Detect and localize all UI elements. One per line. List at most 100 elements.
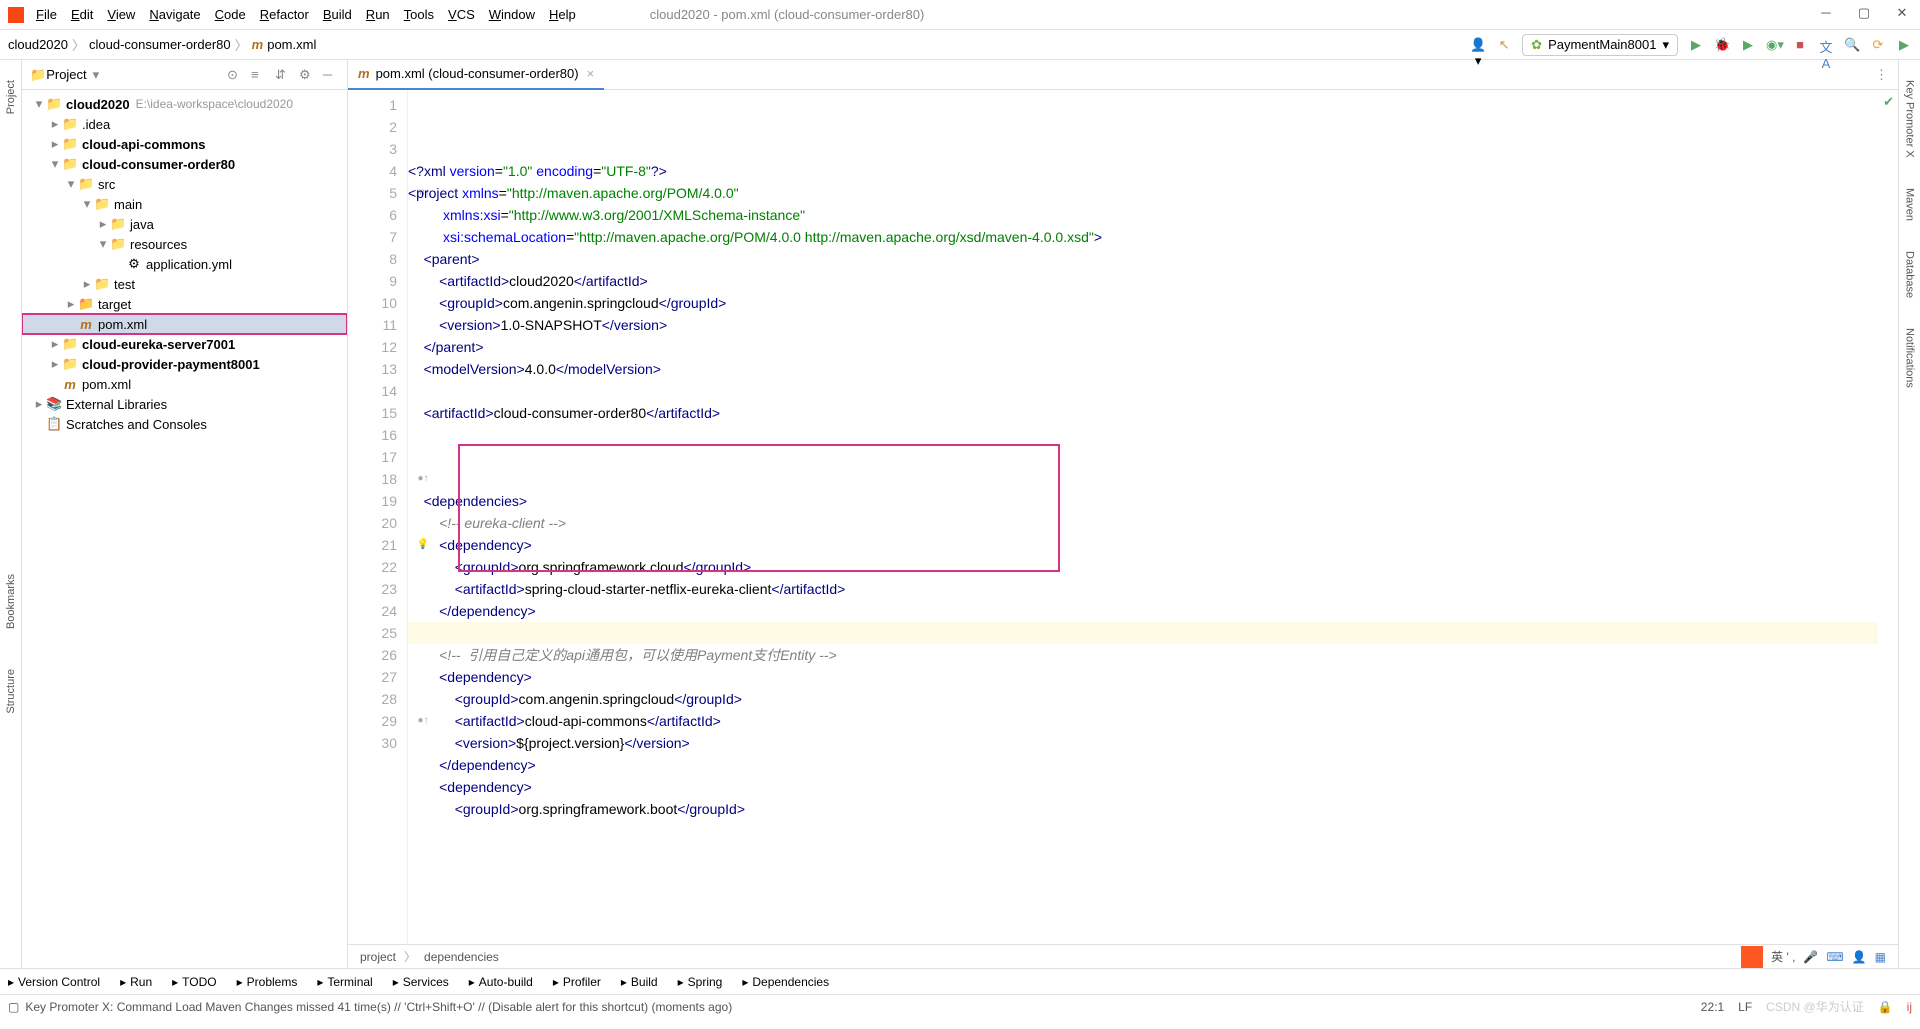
search-icon[interactable]: 🔍 [1844,37,1860,53]
status-icon[interactable]: ▢ [8,1000,19,1014]
hide-icon[interactable]: ─ [323,67,339,82]
tree-row[interactable]: ▸📚External Libraries [22,394,347,414]
line-gutter: m↑●↑💡●↑ 12345678910111213141516171819202… [348,90,408,944]
settings-icon[interactable]: ⚙ [299,67,315,83]
breadcrumb-item[interactable]: pom.xml [267,37,316,52]
toolwindow-spring[interactable]: ▸Spring [678,975,723,989]
database-toolwindow-button[interactable]: Database [1904,251,1916,298]
toolwindow-problems[interactable]: ▸Problems [237,975,298,989]
tab-more-icon[interactable]: ⋮ [1865,67,1898,83]
menu-window[interactable]: Window [489,7,535,22]
tree-row[interactable]: ▸📁cloud-provider-payment8001 [22,354,347,374]
back-icon[interactable]: ↖ [1496,37,1512,53]
add-config-icon[interactable]: 👤▾ [1470,37,1486,53]
structure-toolwindow-button[interactable]: Structure [5,669,17,714]
breadcrumb-item[interactable]: dependencies [424,950,499,964]
breadcrumb-item[interactable]: project [360,950,396,964]
tree-row[interactable]: ▾📁main [22,194,347,214]
grid-icon[interactable]: ▦ [1875,950,1886,964]
bookmarks-toolwindow-button[interactable]: Bookmarks [5,574,17,629]
minimize-button[interactable]: ─ [1816,5,1836,25]
toolwindow-build[interactable]: ▸Build [621,975,658,989]
menu-vcs[interactable]: VCS [448,7,475,22]
update-icon[interactable]: ⟳ [1870,37,1886,53]
breadcrumb-item[interactable]: cloud-consumer-order80 [89,37,231,52]
toolwindow-terminal[interactable]: ▸Terminal [317,975,372,989]
project-tree[interactable]: ▾📁cloud2020E:\idea-workspace\cloud2020▸📁… [22,90,347,968]
tree-row[interactable]: ▸📁test [22,274,347,294]
line-separator[interactable]: LF [1738,1000,1752,1014]
maximize-button[interactable]: ▢ [1854,5,1874,25]
tab-label: pom.xml (cloud-consumer-order80) [376,66,579,81]
editor-body[interactable]: m↑●↑💡●↑ 12345678910111213141516171819202… [348,90,1898,944]
ide-status-icon[interactable]: ij [1907,1000,1912,1014]
run-icon[interactable]: ▶ [1688,37,1704,53]
translate-icon[interactable]: 文A [1818,37,1834,53]
coverage-icon[interactable]: ▶ [1740,37,1756,53]
notifications-toolwindow-button[interactable]: Notifications [1904,328,1916,388]
dropdown-icon[interactable]: ▾ [93,67,100,83]
spring-icon: ✿ [1531,37,1542,53]
tree-row[interactable]: ▾📁cloud2020E:\idea-workspace\cloud2020 [22,94,347,114]
caret-position[interactable]: 22:1 [1701,1000,1724,1014]
maven-toolwindow-button[interactable]: Maven [1904,188,1916,221]
tree-row[interactable]: 📋Scratches and Consoles [22,414,347,434]
maven-icon: m [252,37,264,52]
close-button[interactable]: ✕ [1892,5,1912,25]
toolwindow-auto-build[interactable]: ▸Auto-build [469,975,533,989]
tree-row[interactable]: ▸📁cloud-api-commons [22,134,347,154]
menu-refactor[interactable]: Refactor [260,7,309,22]
toolwindow-profiler[interactable]: ▸Profiler [553,975,601,989]
menu-file[interactable]: File [36,7,57,22]
toolwindow-services[interactable]: ▸Services [393,975,449,989]
menu-build[interactable]: Build [323,7,352,22]
tree-row[interactable]: ▸📁.idea [22,114,347,134]
mic-icon[interactable]: 🎤 [1803,950,1818,964]
lock-icon[interactable]: 🔒 [1878,1000,1893,1014]
left-toolstrip: Project Bookmarks Structure [0,60,22,968]
menu-code[interactable]: Code [215,7,246,22]
code-content[interactable]: <?xml version="1.0" encoding="UTF-8"?><p… [408,90,1878,944]
sogou-ime-icon[interactable] [1741,946,1763,968]
menu-navigate[interactable]: Navigate [149,7,200,22]
tree-row[interactable]: mpom.xml [22,374,347,394]
expand-all-icon[interactable]: ≡ [251,67,267,82]
project-panel-title[interactable]: Project [46,67,86,82]
tree-row[interactable]: ⚙application.yml [22,254,347,274]
tree-row[interactable]: ▸📁target [22,294,347,314]
right-toolstrip: Key Promoter X Maven Database Notificati… [1898,60,1920,968]
toolwindow-todo[interactable]: ▸TODO [172,975,216,989]
editor-breadcrumb: project 〉 dependencies 英 ' , 🎤 ⌨ 👤 ▦ [348,944,1898,968]
breadcrumb-item[interactable]: cloud2020 [8,37,68,52]
profile-icon[interactable]: ◉▾ [1766,37,1782,53]
toolwindow-run[interactable]: ▸Run [120,975,152,989]
run-config-selector[interactable]: ✿ PaymentMain8001 ▾ [1522,34,1678,56]
stop-icon[interactable]: ■ [1792,37,1808,53]
tree-row[interactable]: ▸📁cloud-eureka-server7001 [22,334,347,354]
tree-row[interactable]: ▸📁java [22,214,347,234]
menu-tools[interactable]: Tools [404,7,434,22]
keypromoter-toolwindow-button[interactable]: Key Promoter X [1904,80,1916,158]
toolwindow-version-control[interactable]: ▸Version Control [8,975,100,989]
select-opened-icon[interactable]: ⊙ [227,67,243,83]
close-tab-icon[interactable]: × [587,66,595,81]
menu-help[interactable]: Help [549,7,576,22]
menu-edit[interactable]: Edit [71,7,93,22]
project-panel: 📁 Project ▾ ⊙ ≡ ⇵ ⚙ ─ ▾📁cloud2020E:\idea… [22,60,348,968]
toolwindow-dependencies[interactable]: ▸Dependencies [742,975,829,989]
menu-run[interactable]: Run [366,7,390,22]
check-icon: ✔ [1883,94,1894,110]
tree-row[interactable]: ▾📁resources [22,234,347,254]
keyboard-icon[interactable]: ⌨ [1826,950,1843,964]
debug-icon[interactable]: 🐞 [1714,37,1730,53]
run-config-name: PaymentMain8001 [1548,37,1656,52]
ide-icon[interactable]: ▶ [1896,37,1912,53]
tree-row[interactable]: ▾📁cloud-consumer-order80 [22,154,347,174]
tree-row[interactable]: mpom.xml [22,314,347,334]
collapse-all-icon[interactable]: ⇵ [275,67,291,83]
menu-view[interactable]: View [107,7,135,22]
person-icon[interactable]: 👤 [1852,950,1867,964]
tree-row[interactable]: ▾📁src [22,174,347,194]
editor-tab[interactable]: m pom.xml (cloud-consumer-order80) × [348,60,604,90]
project-toolwindow-button[interactable]: Project [5,80,17,114]
